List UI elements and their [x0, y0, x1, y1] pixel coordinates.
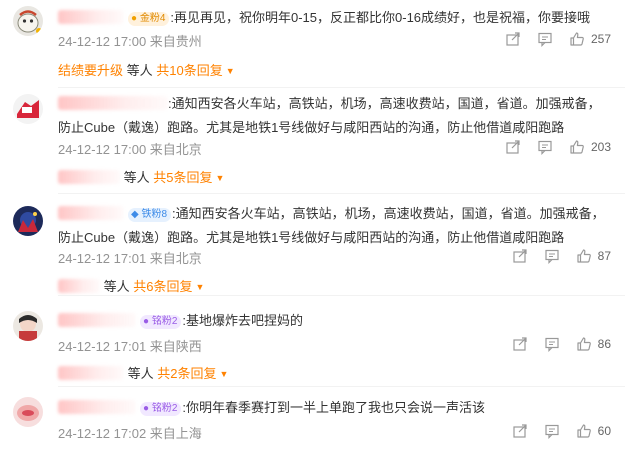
avatar[interactable] — [13, 6, 43, 36]
reply-summary[interactable]: 等人 共6条回复 ▼ — [58, 276, 204, 295]
fan-badge[interactable]: ● 铭粉2 — [140, 402, 182, 416]
thumbs-up-icon[interactable] — [569, 139, 585, 155]
badge-label: 铭粉2 — [151, 316, 178, 327]
comment-item: ◆ 铁粉8:通知西安各火车站，高铁站，机场，高速收费站，国道，省道。加强戒备，防… — [0, 198, 625, 298]
username-redacted[interactable] — [58, 313, 136, 327]
comment-meta: 24-12-12 17:00 来自贵州 — [58, 34, 202, 49]
reply-author-redacted[interactable] — [58, 170, 120, 184]
comment-actions: 60 — [496, 421, 611, 441]
medal-icon: ● — [143, 316, 150, 327]
comment-actions: 203 — [489, 137, 611, 157]
comment-text: :你明年春季赛打到一半上单跑了我也只会说一声活该 — [182, 400, 486, 415]
comment-actions: 257 — [489, 29, 611, 49]
reply-count-link[interactable]: 共10条回复 — [156, 63, 222, 78]
divider — [58, 193, 625, 194]
comment-text: :再见再见，祝你明年0-15，反正都比你0-16成绩好，也是祝福，你要接哦 — [170, 10, 591, 25]
thumbs-up-icon[interactable] — [576, 423, 592, 439]
caret-down-icon[interactable]: ▼ — [220, 369, 229, 379]
thumbs-up-icon[interactable] — [576, 336, 592, 352]
avatar[interactable] — [13, 311, 43, 341]
like-count: 86 — [597, 337, 611, 351]
reply-etc: 等人 — [127, 366, 154, 381]
comment-icon[interactable] — [537, 31, 553, 47]
comment-meta: 24-12-12 17:01 来自陕西 — [58, 339, 202, 354]
comment-meta: 24-12-12 17:01 来自北京 — [58, 251, 202, 266]
fan-badge[interactable]: ◆ 铁粉8 — [128, 208, 172, 222]
share-icon[interactable] — [505, 139, 521, 155]
comment-item: ● 铭粉2:基地爆炸去吧捏妈的 24-12-12 17:01 来自陕西 86 等… — [0, 299, 625, 387]
reply-summary[interactable]: 等人 共2条回复 ▼ — [58, 363, 228, 382]
comment-item: ● 铭粉2:你明年春季赛打到一半上单跑了我也只会说一声活该 24-12-12 1… — [0, 387, 625, 451]
reply-summary[interactable]: 等人 共5条回复 ▼ — [58, 167, 224, 186]
comment-text: :基地爆炸去吧捏妈的 — [182, 313, 304, 328]
comment-item: :通知西安各火车站，高铁站，机场，高速收费站，国道，省道。加强戒备，防止Cube… — [0, 88, 625, 198]
comment-line: :通知西安各火车站，高铁站，机场，高速收费站，国道，省道。加强戒备，防止Cube… — [58, 92, 609, 140]
badge-label: 金粉4 — [139, 13, 166, 24]
reply-author-redacted[interactable] — [58, 366, 124, 380]
share-icon[interactable] — [512, 423, 528, 439]
reply-author-redacted[interactable] — [58, 279, 100, 293]
reply-summary[interactable]: 结绩要升级 等人 共10条回复 ▼ — [58, 60, 235, 79]
like-count: 60 — [597, 424, 611, 438]
share-icon[interactable] — [505, 31, 521, 47]
comment-line: ◆ 铁粉8:通知西安各火车站，高铁站，机场，高速收费站，国道，省道。加强戒备，防… — [58, 202, 609, 250]
share-icon[interactable] — [512, 336, 528, 352]
share-icon[interactable] — [512, 248, 528, 264]
caret-down-icon[interactable]: ▼ — [226, 66, 235, 76]
reply-etc: 等人 — [103, 279, 130, 294]
username-redacted[interactable] — [58, 10, 124, 24]
like-count: 257 — [590, 32, 611, 46]
username-redacted[interactable] — [58, 206, 124, 220]
username-redacted[interactable] — [58, 96, 168, 110]
comment-icon[interactable] — [537, 139, 553, 155]
fan-badge[interactable]: ● 金粉4 — [128, 12, 170, 26]
comment-line: ● 铭粉2:你明年春季赛打到一半上单跑了我也只会说一声活该 — [58, 397, 609, 419]
like-count: 203 — [590, 140, 611, 154]
avatar[interactable] — [13, 94, 43, 124]
divider — [58, 295, 625, 296]
username-redacted[interactable] — [58, 400, 136, 414]
thumbs-up-icon[interactable] — [569, 31, 585, 47]
reply-count-link[interactable]: 共2条回复 — [157, 366, 216, 381]
comment-icon[interactable] — [544, 423, 560, 439]
badge-label: 铭粉2 — [151, 403, 178, 414]
diamond-icon: ◆ — [131, 209, 139, 220]
comment-icon[interactable] — [544, 336, 560, 352]
avatar[interactable] — [13, 206, 43, 236]
comment-icon[interactable] — [544, 248, 560, 264]
comment-actions: 87 — [496, 246, 611, 266]
reply-etc: 等人 — [123, 170, 150, 185]
reply-author[interactable]: 结绩要升级 — [58, 63, 123, 78]
badge-label: 铁粉8 — [141, 209, 168, 220]
caret-down-icon[interactable]: ▼ — [216, 173, 225, 183]
comment-line: ● 铭粉2:基地爆炸去吧捏妈的 — [58, 310, 609, 332]
comment-actions: 86 — [496, 334, 611, 354]
comment-feed: ● 金粉4:再见再见，祝你明年0-15，反正都比你0-16成绩好，也是祝福，你要… — [0, 0, 625, 451]
comment-meta: 24-12-12 17:00 来自北京 — [58, 142, 202, 157]
comment-item: ● 金粉4:再见再见，祝你明年0-15，反正都比你0-16成绩好，也是祝福，你要… — [0, 0, 625, 92]
medal-icon: ● — [131, 13, 138, 24]
caret-down-icon[interactable]: ▼ — [196, 282, 205, 292]
fan-badge[interactable]: ● 铭粉2 — [140, 315, 182, 329]
reply-count-link[interactable]: 共5条回复 — [153, 170, 212, 185]
like-count: 87 — [597, 249, 611, 263]
reply-etc: 等人 — [126, 63, 153, 78]
thumbs-up-icon[interactable] — [576, 248, 592, 264]
comment-meta: 24-12-12 17:02 来自上海 — [58, 426, 202, 441]
medal-icon: ● — [143, 403, 150, 414]
comment-line: ● 金粉4:再见再见，祝你明年0-15，反正都比你0-16成绩好，也是祝福，你要… — [58, 7, 609, 29]
reply-count-link[interactable]: 共6条回复 — [133, 279, 192, 294]
avatar[interactable] — [13, 397, 43, 427]
